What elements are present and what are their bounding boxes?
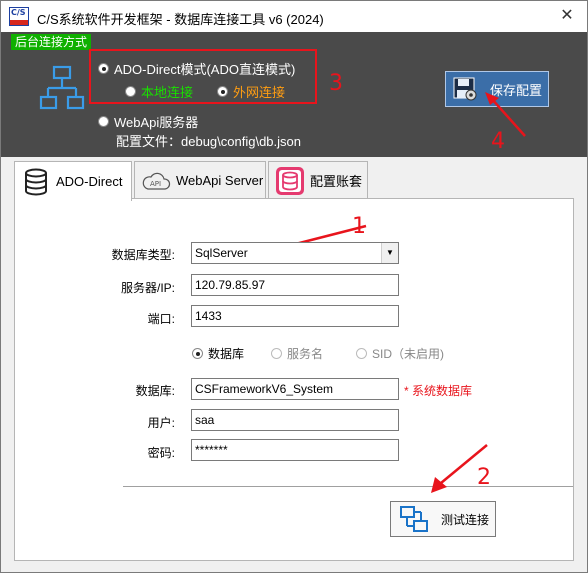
annotation-2: 2 — [477, 465, 491, 490]
app-logo-icon: C/S — [9, 7, 29, 26]
app-window: C/S C/S系统软件开发框架 - 数据库连接工具 v6 (2024) ✕ 后台… — [0, 0, 588, 573]
annotation-4: 4 — [491, 129, 505, 154]
user-label: 用户: — [147, 416, 175, 430]
svg-text:API: API — [150, 180, 161, 188]
option-sid-radio[interactable]: SID（未启用) — [356, 345, 444, 362]
divider — [123, 486, 573, 487]
chevron-down-icon[interactable]: ▼ — [381, 243, 398, 263]
annotation-arrow-4 — [485, 92, 526, 137]
title-bar: C/S C/S系统软件开发框架 - 数据库连接工具 v6 (2024) ✕ — [1, 1, 587, 32]
radio-dot — [192, 348, 203, 359]
option-database-label: 数据库 — [208, 347, 245, 361]
password-input[interactable]: ******* — [191, 439, 399, 461]
cloud-api-icon: API — [142, 172, 171, 190]
remote-connection-radio[interactable]: 外网连接 — [217, 82, 285, 101]
annotation-3: 3 — [329, 71, 343, 96]
server-label: 服务器/IP: — [120, 281, 175, 295]
tab-webapi-label: WebApi Server — [176, 173, 264, 188]
tab-webapi-server[interactable]: API WebApi Server — [134, 161, 266, 199]
database-stack-icon — [276, 166, 304, 195]
database-icon — [25, 168, 47, 195]
radio-dot — [98, 63, 109, 74]
tab-account-sets-label: 配置账套 — [310, 174, 363, 189]
password-label: 密码: — [147, 446, 175, 460]
tab-account-sets[interactable]: 配置账套 — [268, 161, 368, 199]
db-type-select[interactable]: SqlServer ▼ — [191, 242, 399, 264]
tab-ado-direct[interactable]: ADO-Direct — [14, 161, 132, 201]
window-title: C/S系统软件开发框架 - 数据库连接工具 v6 (2024) — [37, 12, 324, 27]
port-label: 端口: — [147, 312, 175, 326]
db-type-label: 数据库类型: — [111, 248, 175, 262]
port-input[interactable]: 1433 — [191, 305, 399, 327]
ado-direct-label: ADO-Direct模式(ADO直连模式) — [114, 62, 296, 77]
network-test-icon — [400, 506, 428, 532]
local-connection-label: 本地连接 — [141, 85, 194, 100]
test-connection-label: 测试连接 — [441, 512, 490, 527]
radio-dot — [217, 86, 228, 97]
option-service-label: 服务名 — [287, 347, 324, 361]
save-disk-icon — [453, 77, 477, 101]
radio-dot — [98, 116, 109, 127]
local-connection-radio[interactable]: 本地连接 — [125, 82, 193, 101]
database-label: 数据库: — [135, 384, 175, 398]
ado-direct-settings-panel: 1 数据库类型: SqlServer ▼ 服务器/IP: 120.79.85.9… — [14, 198, 574, 561]
option-database-radio[interactable]: 数据库 — [192, 345, 244, 362]
config-file-path: 配置文件：debug\config\db.json — [116, 134, 301, 149]
db-type-value: SqlServer — [195, 246, 248, 260]
webapi-radio[interactable]: WebApi服务器 — [98, 112, 198, 131]
radio-dot — [125, 86, 136, 97]
user-input[interactable]: saa — [191, 409, 399, 431]
system-db-note: * 系统数据库 — [404, 384, 473, 398]
connection-mode-panel: 后台连接方式 ADO-Direct模式(ADO直连模式) 本地连接 外网连接 3… — [1, 32, 587, 157]
app-logo-text: C/S — [11, 8, 26, 17]
network-icon — [39, 65, 85, 110]
ado-direct-radio[interactable]: ADO-Direct模式(ADO直连模式) — [98, 59, 295, 78]
remote-connection-label: 外网连接 — [233, 85, 286, 100]
database-input[interactable]: CSFrameworkV6_System — [191, 378, 399, 400]
close-button[interactable]: ✕ — [557, 6, 577, 26]
tab-ado-direct-label: ADO-Direct — [56, 174, 123, 189]
webapi-label: WebApi服务器 — [114, 115, 199, 130]
option-sid-label: SID（未启用) — [372, 347, 445, 361]
radio-dot — [271, 348, 282, 359]
server-ip-input[interactable]: 120.79.85.97 — [191, 274, 399, 296]
option-service-radio[interactable]: 服务名 — [271, 345, 323, 362]
test-connection-button[interactable]: 测试连接 — [390, 501, 496, 537]
radio-dot — [356, 348, 367, 359]
connection-mode-badge: 后台连接方式 — [11, 34, 92, 50]
